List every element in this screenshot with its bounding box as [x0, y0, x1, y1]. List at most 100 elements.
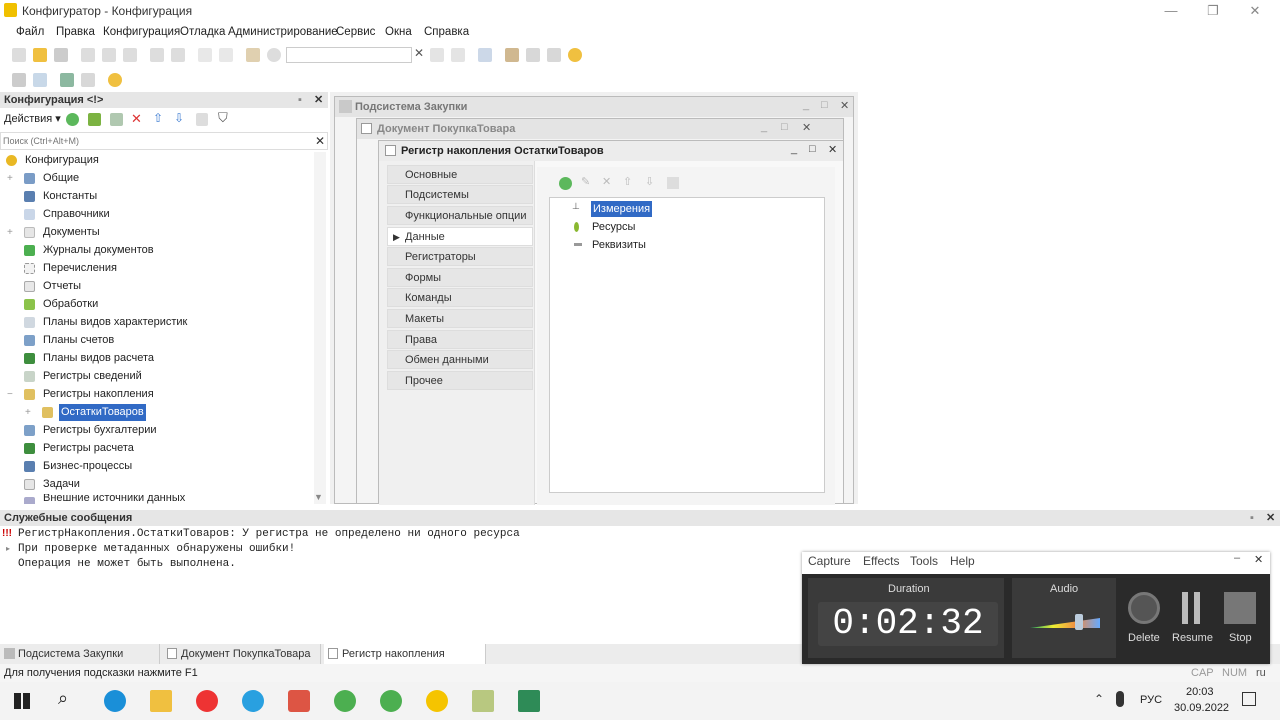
tree-item[interactable]: Справочники: [0, 206, 310, 223]
tree-item[interactable]: Обработки: [0, 296, 310, 313]
nav-item-subsystems[interactable]: Подсистемы: [387, 185, 533, 204]
delete-icon[interactable]: [1128, 592, 1160, 624]
tree-item[interactable]: Журналы документов: [0, 242, 310, 259]
tree-search-input[interactable]: [3, 134, 303, 148]
syntax-icon[interactable]: [547, 48, 561, 62]
undo-icon[interactable]: [198, 48, 212, 62]
document-min-icon[interactable]: _: [761, 121, 767, 133]
tray-date[interactable]: 30.09.2022: [1174, 702, 1229, 714]
sort-icon[interactable]: [196, 113, 208, 126]
delete-button[interactable]: Delete: [1128, 632, 1160, 644]
config-db-icon[interactable]: [33, 73, 47, 87]
run-debug-icon[interactable]: [108, 73, 122, 87]
start-icon[interactable]: [14, 693, 30, 709]
nav-item-data[interactable]: ▶ Данные: [387, 227, 533, 246]
tree-item[interactable]: Планы счетов: [0, 332, 310, 349]
info-icon[interactable]: [568, 48, 582, 62]
minimize-button[interactable]: —: [1154, 2, 1188, 20]
tree-item[interactable]: + Общие: [0, 170, 310, 187]
compare-icon[interactable]: [526, 48, 540, 62]
tools-icon[interactable]: [505, 48, 519, 62]
recorder-menu-effects[interactable]: Effects: [863, 554, 899, 568]
menu-file[interactable]: Файл: [16, 26, 44, 38]
recorder-close-icon[interactable]: ✕: [1254, 553, 1263, 566]
find-prev-icon[interactable]: [451, 48, 465, 62]
document-close-icon[interactable]: ✕: [802, 121, 811, 134]
filter-icon[interactable]: ⛉: [218, 110, 228, 126]
clear-search-icon[interactable]: ✕: [414, 46, 424, 60]
tree-item-selected[interactable]: + ОстаткиТоваров: [0, 404, 310, 421]
menu-service[interactable]: Сервис: [336, 26, 375, 38]
tray-chevron-icon[interactable]: ⌃: [1094, 692, 1104, 706]
scroll-down-icon[interactable]: ▼: [314, 492, 323, 502]
menu-debug[interactable]: Отладка: [180, 26, 225, 38]
search-combo[interactable]: [286, 47, 412, 63]
edge-icon[interactable]: [104, 690, 126, 712]
search-icon[interactable]: [267, 48, 281, 62]
messages-pin-icon[interactable]: ▪: [1250, 510, 1254, 526]
tree-item[interactable]: − Регистры накопления: [0, 386, 310, 403]
messages-close-icon[interactable]: ✕: [1266, 510, 1275, 526]
nav-item-main[interactable]: Основные: [387, 165, 533, 184]
nav-item-templates[interactable]: Макеты: [387, 309, 533, 328]
nav-item-forms[interactable]: Формы: [387, 268, 533, 287]
menu-windows[interactable]: Окна: [385, 26, 412, 38]
move-down-icon[interactable]: ⇩: [174, 111, 184, 125]
copy-item-icon[interactable]: [110, 113, 123, 126]
menu-edit[interactable]: Правка: [56, 26, 95, 38]
data-down-icon[interactable]: ⇩: [645, 175, 654, 188]
tree-item-root[interactable]: Конфигурация: [0, 152, 310, 169]
data-add-icon[interactable]: [559, 177, 572, 190]
cut-icon[interactable]: [81, 48, 95, 62]
tree-item[interactable]: Регистры расчета: [0, 440, 310, 457]
register-max-icon[interactable]: □: [809, 143, 816, 155]
menu-help[interactable]: Справка: [424, 26, 469, 38]
find-next-icon[interactable]: [430, 48, 444, 62]
data-edit-icon[interactable]: ✎: [581, 175, 590, 188]
resume-button[interactable]: Resume: [1172, 632, 1213, 644]
document-max-icon[interactable]: □: [781, 121, 788, 133]
search-taskbar-icon[interactable]: ⌕: [58, 688, 68, 709]
close-button[interactable]: ✕: [1238, 2, 1272, 20]
stop-button[interactable]: Stop: [1229, 632, 1252, 644]
update-db-icon[interactable]: [60, 73, 74, 87]
tree-item[interactable]: Отчеты: [0, 278, 310, 295]
data-delete-icon[interactable]: ✕: [602, 175, 611, 188]
tree-item[interactable]: Перечисления: [0, 260, 310, 277]
expand-icon[interactable]: ▸: [6, 544, 10, 553]
stop-icon[interactable]: [1224, 592, 1256, 624]
chrome-icon[interactable]: [334, 690, 356, 712]
microphone-icon[interactable]: [1116, 691, 1124, 707]
subsystem-close-icon[interactable]: ✕: [840, 99, 849, 112]
tab-subsystem[interactable]: Подсистема Закупки: [0, 644, 160, 664]
nav-item-data-exchange[interactable]: Обмен данными: [387, 350, 533, 369]
data-up-icon[interactable]: ⇧: [623, 175, 632, 188]
tree-item[interactable]: Константы: [0, 188, 310, 205]
explorer-icon[interactable]: [150, 690, 172, 712]
add-icon[interactable]: [66, 113, 79, 126]
tree-item[interactable]: Регистры бухгалтерии: [0, 422, 310, 439]
subsystem-min-icon[interactable]: _: [803, 99, 809, 111]
tree-item[interactable]: Задачи: [0, 476, 310, 493]
recorder-minimize-icon[interactable]: –: [1234, 552, 1240, 564]
tray-time[interactable]: 20:03: [1186, 686, 1214, 698]
tab-register[interactable]: Регистр накопления Остатк...: [324, 644, 486, 680]
recorder-app-icon[interactable]: [518, 690, 540, 712]
register-close-icon[interactable]: ✕: [828, 143, 837, 156]
app-icon-red[interactable]: [288, 690, 310, 712]
tab-document[interactable]: Документ ПокупкаТовара: [163, 644, 321, 664]
recorder-menu-tools[interactable]: Tools: [910, 554, 938, 568]
restore-button[interactable]: ❐: [1196, 2, 1230, 20]
menu-configuration[interactable]: Конфигурация: [103, 26, 180, 38]
subsystem-max-icon[interactable]: □: [821, 99, 828, 111]
register-window[interactable]: Регистр накопления ОстаткиТоваров _ □ ✕ …: [378, 140, 844, 505]
dump-icon[interactable]: [81, 73, 95, 87]
nav-item-other[interactable]: Прочее: [387, 371, 533, 390]
telegram-icon[interactable]: [242, 690, 264, 712]
menu-administration[interactable]: Администрирование: [228, 26, 338, 38]
tree-item[interactable]: Бизнес-процессы: [0, 458, 310, 475]
preview-icon[interactable]: [171, 48, 185, 62]
recorder-menu-help[interactable]: Help: [950, 554, 975, 568]
nav-item-registrators[interactable]: Регистраторы: [387, 247, 533, 266]
new-icon[interactable]: [12, 48, 26, 62]
